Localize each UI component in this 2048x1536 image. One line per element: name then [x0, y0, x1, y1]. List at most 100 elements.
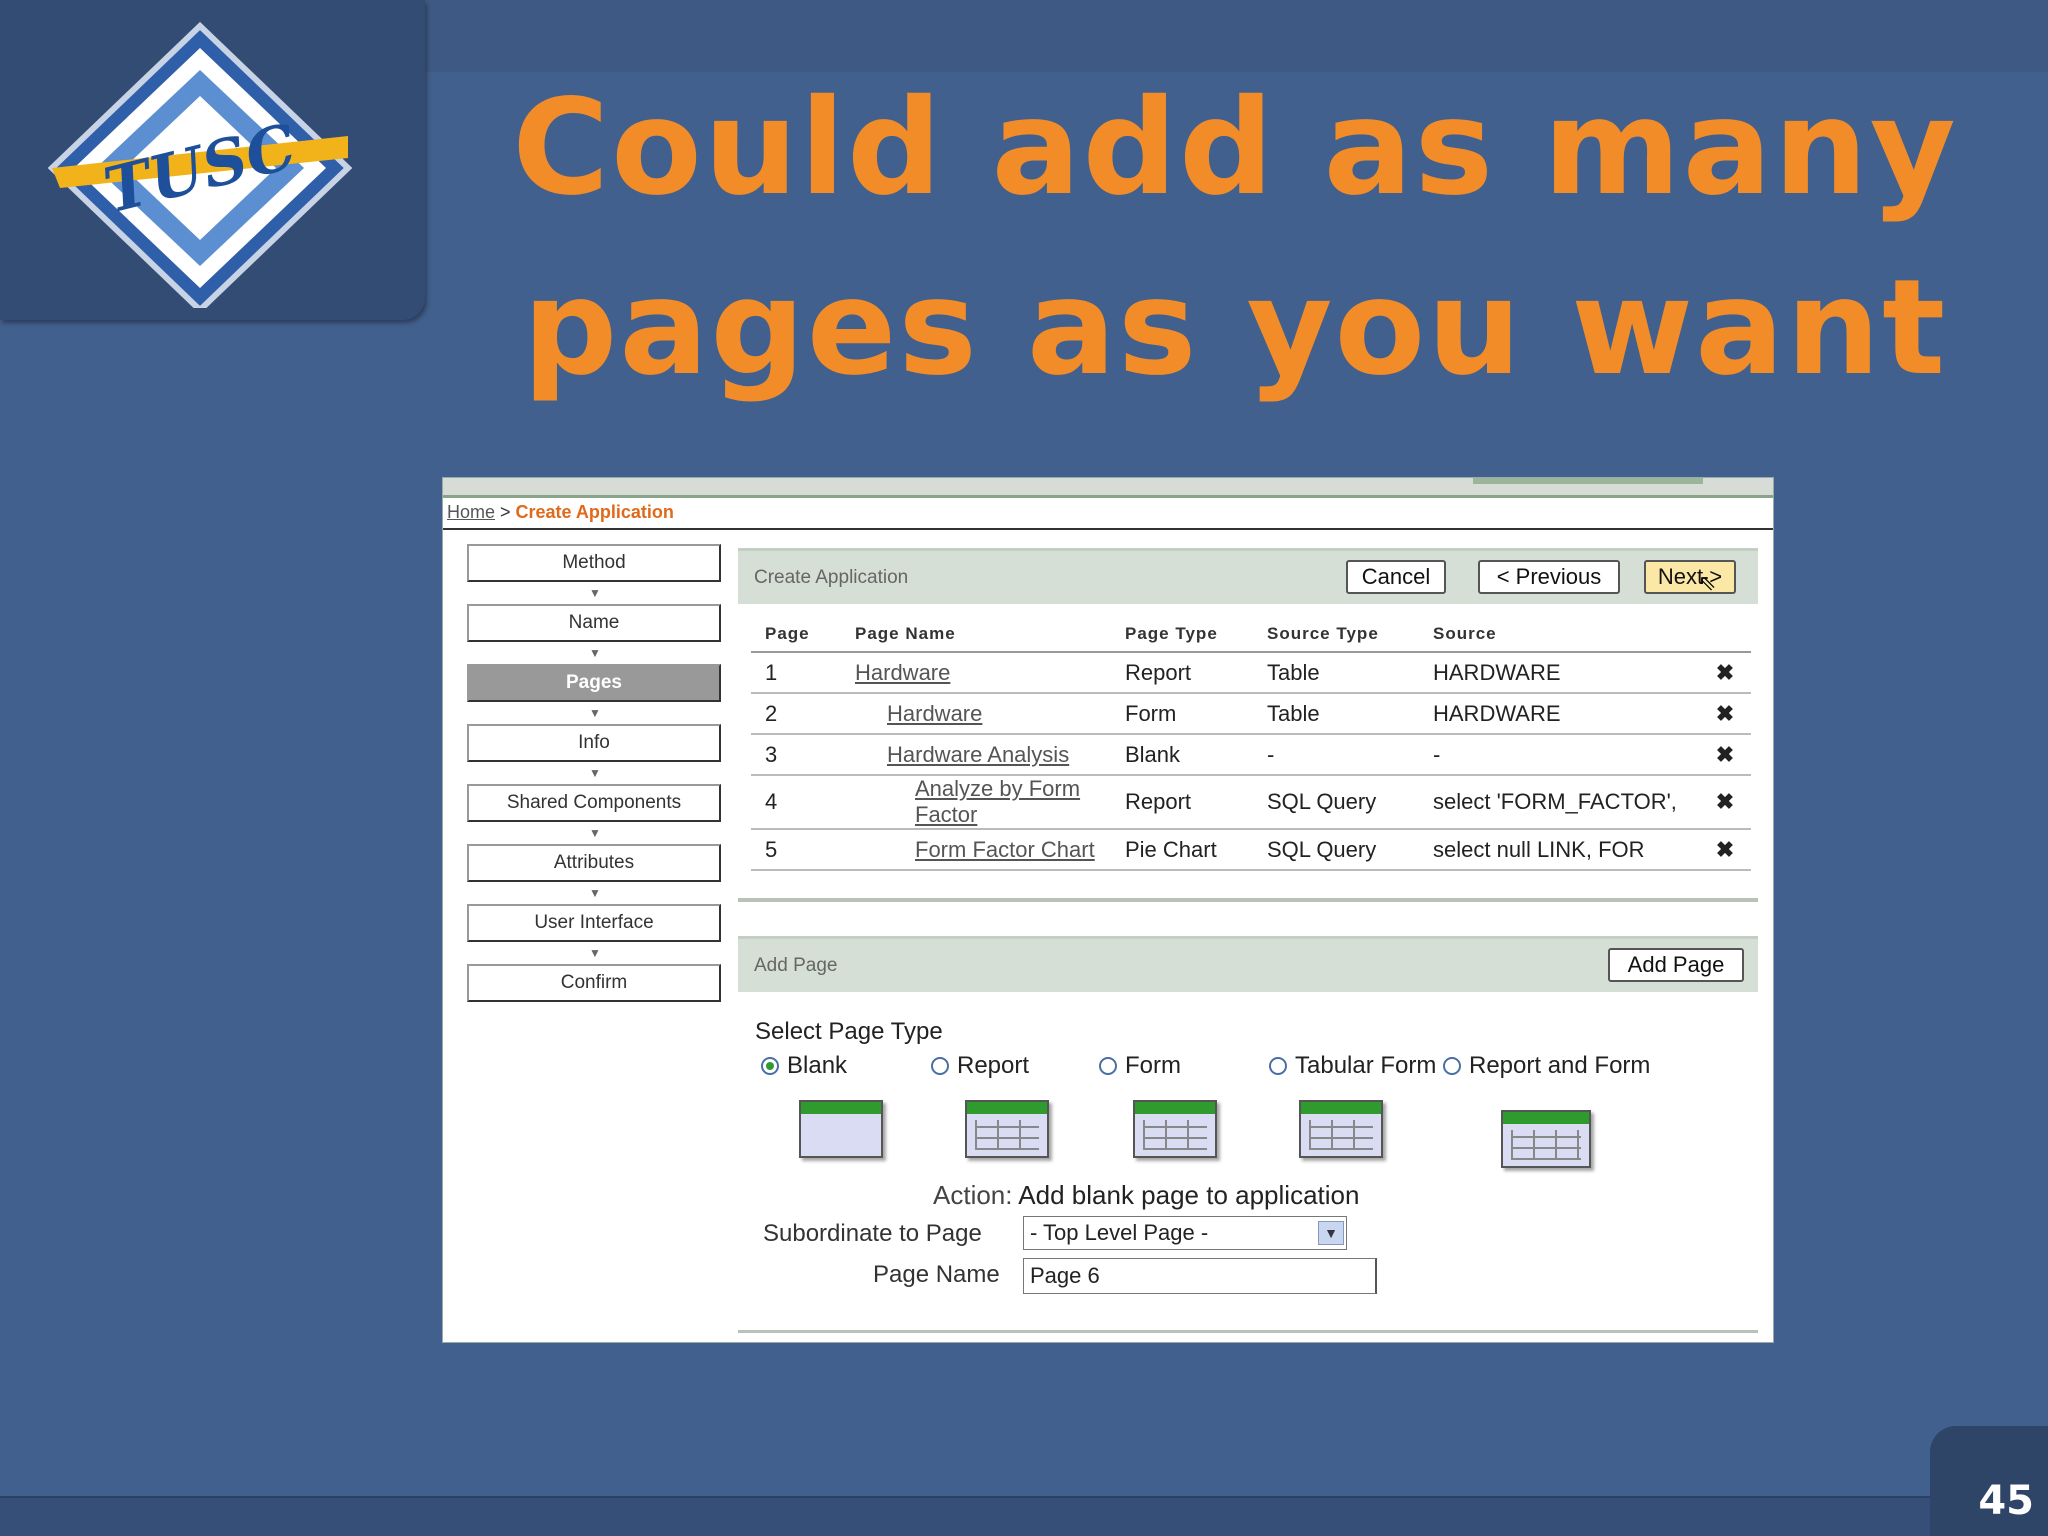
- wizard-step[interactable]: Pages: [467, 664, 721, 702]
- table-bottom-rule: [738, 898, 1758, 902]
- breadcrumb-current: Create Application: [515, 502, 674, 522]
- radio-button-icon[interactable]: [1099, 1057, 1117, 1075]
- slide-title: Could add as many pages as you want: [470, 58, 2000, 418]
- table-row: 3 Hardware Analysis Blank - - ✖: [751, 734, 1751, 776]
- pages-table-header: Page Page Name Page Type Source Type Source: [751, 616, 1751, 653]
- source-cell: -: [1433, 741, 1441, 767]
- column-header: Page Type: [1111, 616, 1253, 653]
- page-type-radio[interactable]: Report and Form: [1443, 1052, 1650, 1080]
- page-type-cell: Form: [1125, 700, 1177, 726]
- top-bar-accent: [1473, 478, 1703, 484]
- page-number: 45: [1978, 1478, 2034, 1524]
- page-type-icon-grid: [1143, 1120, 1207, 1150]
- page-type-radio[interactable]: Tabular Form: [1269, 1052, 1436, 1080]
- page-number-tab: 45: [1930, 1426, 2048, 1536]
- add-page-region-header: Add Page Add Page: [738, 936, 1758, 992]
- source-cell: HARDWARE: [1433, 659, 1561, 685]
- page-type-label: Blank: [787, 1052, 848, 1079]
- step-arrow-icon: ▼: [589, 646, 601, 660]
- cancel-button[interactable]: Cancel: [1346, 560, 1446, 594]
- subordinate-page-select[interactable]: - Top Level Page - ▼: [1023, 1216, 1347, 1250]
- page-name-link[interactable]: Analyze by Form Factor: [915, 776, 1080, 827]
- step-arrow-icon: ▼: [589, 586, 601, 600]
- breadcrumb-separator: >: [495, 502, 516, 522]
- wizard-step[interactable]: Info: [467, 724, 721, 762]
- add-page-title: Add Page: [754, 955, 838, 976]
- page-type-label: Report and Form: [1469, 1052, 1651, 1079]
- page-number-cell: 1: [765, 659, 778, 685]
- wizard-step[interactable]: Method: [467, 544, 721, 582]
- table-row: 5 Form Factor Chart Pie Chart SQL Query sele…: [751, 829, 1751, 871]
- wizard-step[interactable]: Shared Components: [467, 784, 721, 822]
- page-type-icon: [1133, 1100, 1217, 1158]
- logo-panel: TUSC: [0, 0, 425, 320]
- page-name-link[interactable]: Form Factor Chart: [915, 837, 1095, 862]
- create-application-title: Create Application: [754, 567, 909, 588]
- page-number-cell: 5: [765, 836, 778, 862]
- page-type-icon-grid: [975, 1120, 1039, 1150]
- breadcrumb-home-link[interactable]: Home: [447, 502, 495, 522]
- page-name-label: Page Name: [873, 1261, 1000, 1288]
- pages-table: Page Page Name Page Type Source Type Source …: [751, 616, 1751, 871]
- page-type-cell: Pie Chart: [1125, 836, 1217, 862]
- page-number-cell: 4: [765, 789, 778, 814]
- delete-icon[interactable]: ✖: [1716, 660, 1734, 685]
- delete-icon[interactable]: ✖: [1716, 837, 1734, 862]
- page-type-icon-header: [1301, 1102, 1381, 1114]
- page-type-cell: Report: [1125, 659, 1192, 685]
- delete-icon[interactable]: ✖: [1716, 701, 1734, 726]
- column-header: Page Name: [841, 616, 1111, 653]
- slide-bottom-band: [0, 1496, 2048, 1536]
- page-name-link[interactable]: Hardware: [855, 660, 950, 685]
- page-type-icon-grid: [1309, 1120, 1373, 1150]
- radio-button-icon[interactable]: [1443, 1057, 1461, 1075]
- page-type-radio[interactable]: Form: [1099, 1052, 1181, 1080]
- column-header: [1699, 616, 1751, 653]
- page-type-icon: [1299, 1100, 1383, 1158]
- action-prefix: Action:: [933, 1180, 1013, 1210]
- page-number-cell: 3: [765, 741, 778, 767]
- page-type-radio[interactable]: Report: [931, 1052, 1029, 1080]
- add-page-button[interactable]: Add Page: [1608, 948, 1744, 982]
- source-type-cell: -: [1267, 741, 1275, 767]
- radio-button-icon[interactable]: [1269, 1057, 1287, 1075]
- delete-icon[interactable]: ✖: [1716, 742, 1734, 767]
- source-cell: HARDWARE: [1433, 700, 1561, 726]
- title-line-2: pages as you want: [522, 251, 1948, 405]
- next-button[interactable]: Next >: [1644, 560, 1736, 594]
- source-type-cell: Table: [1267, 700, 1320, 726]
- step-arrow-icon: ▼: [589, 766, 601, 780]
- previous-button[interactable]: < Previous: [1478, 560, 1620, 594]
- breadcrumb-divider: [443, 528, 1773, 530]
- page-name-link[interactable]: Hardware Analysis: [887, 742, 1069, 767]
- source-cell: select null LINK, FOR: [1433, 836, 1645, 862]
- wizard-step[interactable]: Name: [467, 604, 721, 642]
- page-name-input[interactable]: [1023, 1258, 1377, 1294]
- form-bottom-rule: [738, 1330, 1758, 1333]
- mouse-cursor-icon: ⇖: [1698, 570, 1717, 595]
- action-line: Action: Add blank page to application: [933, 1180, 1359, 1211]
- wizard-step[interactable]: Confirm: [467, 964, 721, 1002]
- page-name-link[interactable]: Hardware: [887, 701, 982, 726]
- radio-button-icon[interactable]: [931, 1057, 949, 1075]
- column-header: Source Type: [1253, 616, 1419, 653]
- page-type-radio[interactable]: Blank: [761, 1052, 847, 1080]
- breadcrumb: Home > Create Application: [447, 502, 674, 523]
- step-arrow-icon: ▼: [589, 946, 601, 960]
- delete-icon[interactable]: ✖: [1716, 789, 1734, 814]
- action-text: Add blank page to application: [1018, 1180, 1360, 1210]
- page-type-icon: [799, 1100, 883, 1158]
- column-header: Source: [1419, 616, 1699, 653]
- step-arrow-icon: ▼: [589, 886, 601, 900]
- chevron-down-icon[interactable]: ▼: [1318, 1221, 1344, 1245]
- source-type-cell: SQL Query: [1267, 836, 1377, 862]
- source-type-cell: SQL Query: [1267, 789, 1377, 814]
- step-arrow-icon: ▼: [589, 706, 601, 720]
- table-row: 1 Hardware Report Table HARDWARE ✖: [751, 652, 1751, 694]
- subordinate-page-label: Subordinate to Page: [763, 1220, 982, 1247]
- radio-button-icon[interactable]: [761, 1057, 779, 1075]
- wizard-step[interactable]: User Interface: [467, 904, 721, 942]
- page-type-icon-header: [1135, 1102, 1215, 1114]
- subordinate-page-value: - Top Level Page -: [1030, 1220, 1209, 1245]
- wizard-step[interactable]: Attributes: [467, 844, 721, 882]
